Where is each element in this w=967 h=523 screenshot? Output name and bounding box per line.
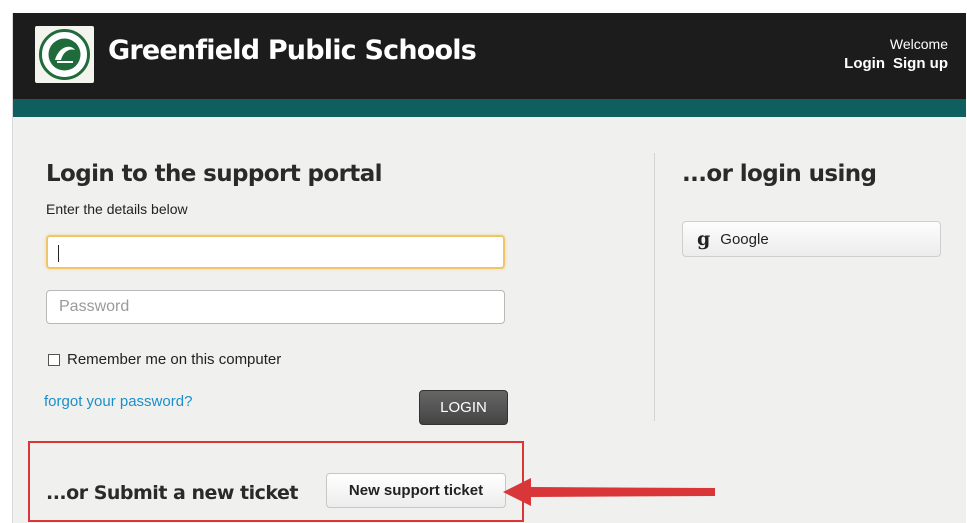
site-title: Greenfield Public Schools	[108, 35, 477, 66]
school-logo-icon[interactable]	[35, 26, 94, 83]
forgot-password-link[interactable]: forgot your password?	[44, 393, 192, 410]
header-auth-links: Login Sign up	[844, 55, 948, 72]
red-arrow-icon	[503, 478, 715, 506]
login-title: Login to the support portal	[46, 161, 383, 187]
signup-link[interactable]: Sign up	[893, 55, 948, 72]
remember-me-row[interactable]: Remember me on this computer	[48, 351, 281, 368]
submit-ticket-label: ...or Submit a new ticket	[46, 482, 298, 504]
column-divider	[654, 153, 655, 421]
google-login-label: Google	[720, 230, 769, 248]
remember-me-checkbox[interactable]	[48, 353, 60, 366]
remember-me-label: Remember me on this computer	[67, 351, 282, 368]
header-stripe	[13, 99, 966, 117]
login-subtitle: Enter the details below	[46, 201, 188, 217]
google-g-icon: g	[697, 227, 711, 250]
password-input[interactable]	[46, 290, 505, 324]
username-input[interactable]	[46, 235, 505, 269]
login-button[interactable]: LOGIN	[419, 390, 508, 425]
google-login-button[interactable]: g Google	[682, 221, 941, 257]
new-support-ticket-button[interactable]: New support ticket	[326, 473, 506, 508]
page-frame: Greenfield Public Schools Welcome Login S…	[12, 13, 966, 523]
text-caret	[58, 245, 59, 262]
header-bar: Greenfield Public Schools Welcome Login S…	[13, 13, 966, 99]
welcome-text: Welcome	[889, 36, 948, 52]
alt-login-title: ...or login using	[682, 161, 877, 187]
login-link[interactable]: Login	[844, 55, 885, 72]
